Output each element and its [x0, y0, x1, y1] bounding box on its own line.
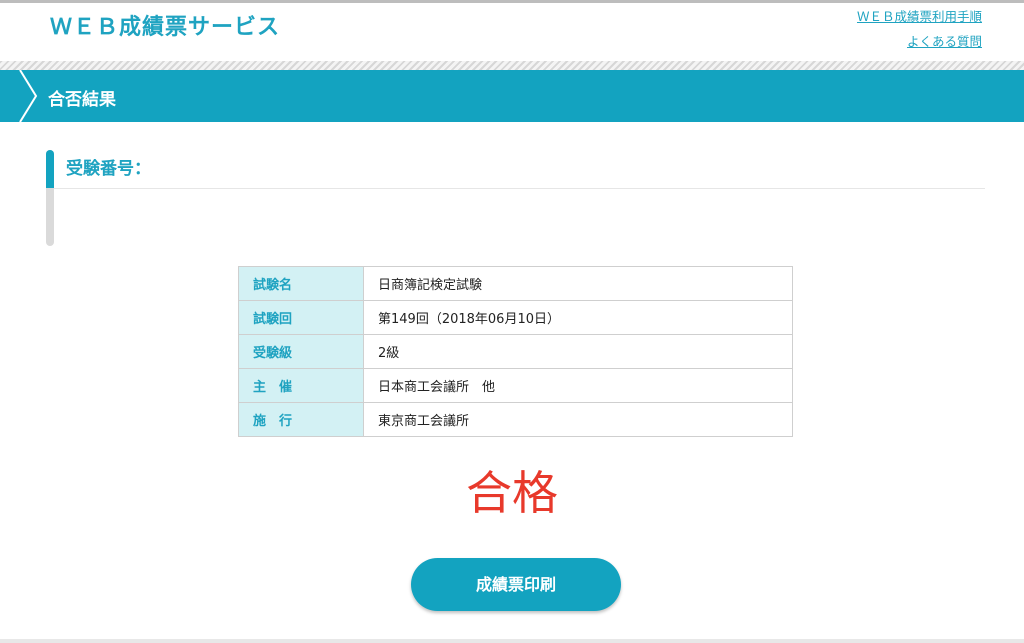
row-value: 日本商工会議所 他: [363, 368, 793, 403]
table-row: 受験級 2級: [238, 334, 793, 369]
exam-info-table: 試験名 日商簿記検定試験 試験回 第149回（2018年06月10日） 受験級 …: [238, 266, 793, 437]
exam-number-heading: 受験番号：: [66, 159, 151, 179]
row-label: 試験名: [238, 266, 364, 301]
row-value: 2級: [363, 334, 793, 369]
row-value: 東京商工会議所: [363, 402, 793, 437]
usage-guide-link[interactable]: ＷＥＢ成績票利用手順: [857, 4, 982, 29]
row-value: 第149回（2018年06月10日）: [363, 300, 793, 335]
bottom-divider: [0, 639, 1024, 643]
table-row: 施 行 東京商工会議所: [238, 402, 793, 437]
table-row: 試験回 第149回（2018年06月10日）: [238, 300, 793, 335]
page-banner: 合否結果: [0, 70, 1024, 122]
row-label: 受験級: [238, 334, 364, 369]
faq-link[interactable]: よくある質問: [857, 29, 982, 54]
top-border: [0, 0, 1024, 3]
site-title: ＷＥＢ成績票サービス: [50, 15, 281, 40]
table-row: 主 催 日本商工会議所 他: [238, 368, 793, 403]
chevron-right-icon: [19, 70, 38, 122]
pass-result: 合格: [466, 466, 558, 520]
header-links: ＷＥＢ成績票利用手順 よくある質問: [857, 4, 982, 54]
table-row: 試験名 日商簿記検定試験: [238, 266, 793, 301]
header-divider: [0, 61, 1024, 70]
row-label: 試験回: [238, 300, 364, 335]
row-label: 施 行: [238, 402, 364, 437]
row-value: 日商簿記検定試験: [363, 266, 793, 301]
print-report-button[interactable]: 成績票印刷: [411, 558, 621, 611]
page-title: 合否結果: [48, 90, 116, 110]
section-divider: [54, 188, 985, 189]
row-label: 主 催: [238, 368, 364, 403]
section-accent-bar: [46, 150, 54, 188]
